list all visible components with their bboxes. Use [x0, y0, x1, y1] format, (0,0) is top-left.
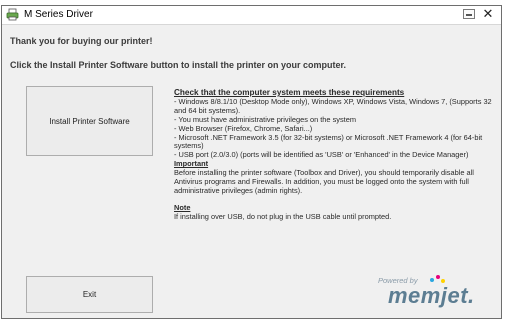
logo-dot — [436, 275, 440, 279]
minimize-icon[interactable] — [463, 9, 475, 19]
window-title: M Series Driver — [24, 9, 93, 20]
requirement-item: - Windows 8/8.1/10 (Desktop Mode only), … — [174, 96, 492, 115]
note-text: If installing over USB, do not plug in t… — [174, 211, 392, 221]
logo-dot — [430, 278, 434, 282]
close-icon[interactable]: ✕ — [481, 7, 495, 21]
requirements-panel: Check that the computer system meets the… — [174, 88, 492, 222]
thanks-text: Thank you for buying our printer! — [10, 36, 153, 46]
requirement-item: - USB port (2.0/3.0) (ports will be iden… — [174, 150, 469, 160]
memjet-logo: Powered by memjet. — [366, 272, 492, 308]
install-printer-software-button[interactable]: Install Printer Software — [26, 86, 153, 156]
requirement-item: - Microsoft .NET Framework 3.5 (for 32-b… — [174, 132, 483, 151]
title-bar: M Series Driver ✕ — [2, 6, 501, 25]
exit-button-label: Exit — [82, 290, 97, 299]
installer-window: M Series Driver ✕ Thank you for buying o… — [1, 5, 502, 319]
memjet-wordmark: memjet. — [388, 283, 475, 308]
printer-icon — [6, 8, 19, 21]
important-text: Before installing the printer software (… — [174, 168, 474, 195]
instruction-text: Click the Install Printer Software butto… — [10, 60, 347, 70]
exit-button[interactable]: Exit — [26, 276, 153, 313]
install-button-label: Install Printer Software — [49, 116, 130, 126]
